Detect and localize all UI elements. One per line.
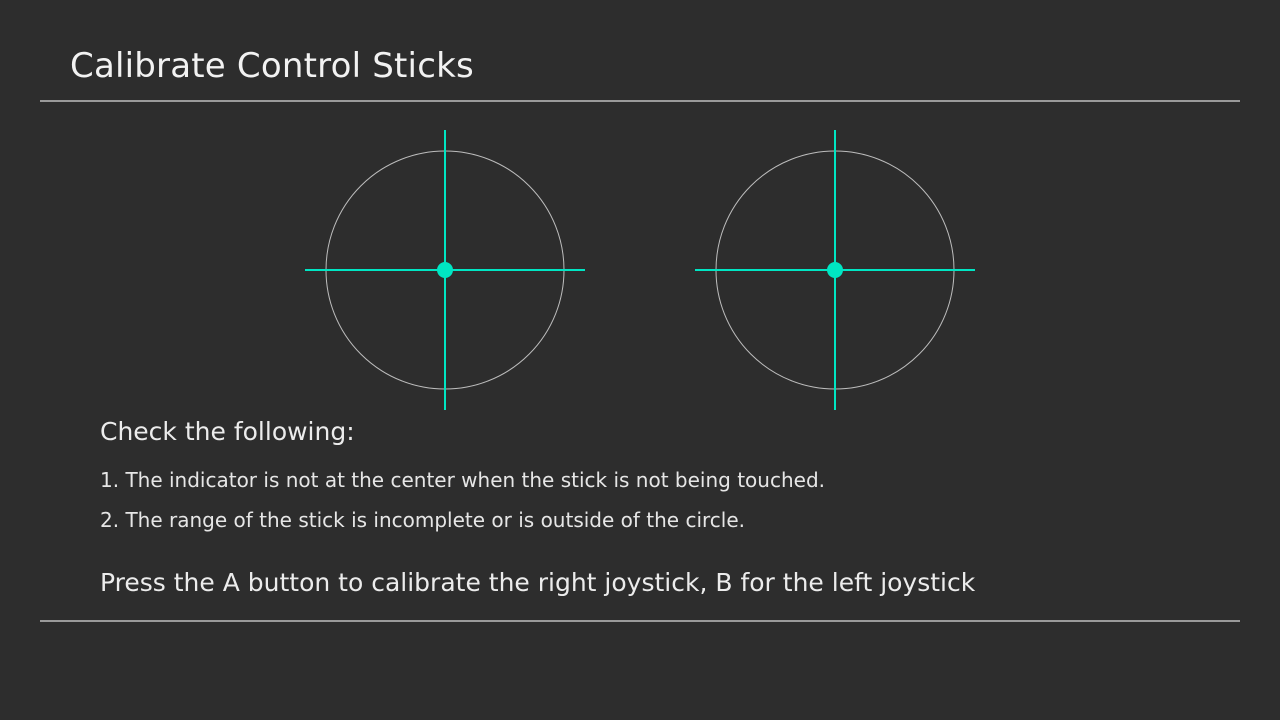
right-stick-indicator xyxy=(827,262,843,278)
checklist-item: 2. The range of the stick is incomplete … xyxy=(100,508,746,532)
right-stick-display xyxy=(695,130,975,410)
header-divider xyxy=(40,100,1240,102)
footer-divider xyxy=(40,620,1240,622)
calibration-instruction: Press the A button to calibrate the righ… xyxy=(100,568,976,597)
page-title: Calibrate Control Sticks xyxy=(70,46,474,86)
left-stick-indicator xyxy=(437,262,453,278)
checklist-item: 1. The indicator is not at the center wh… xyxy=(100,468,825,492)
right-stick-visual xyxy=(695,130,975,410)
checklist-heading: Check the following: xyxy=(100,417,355,446)
left-stick-visual xyxy=(305,130,585,410)
left-stick-display xyxy=(305,130,585,410)
calibration-screen: Calibrate Control Sticks Check the follo… xyxy=(0,0,1280,720)
